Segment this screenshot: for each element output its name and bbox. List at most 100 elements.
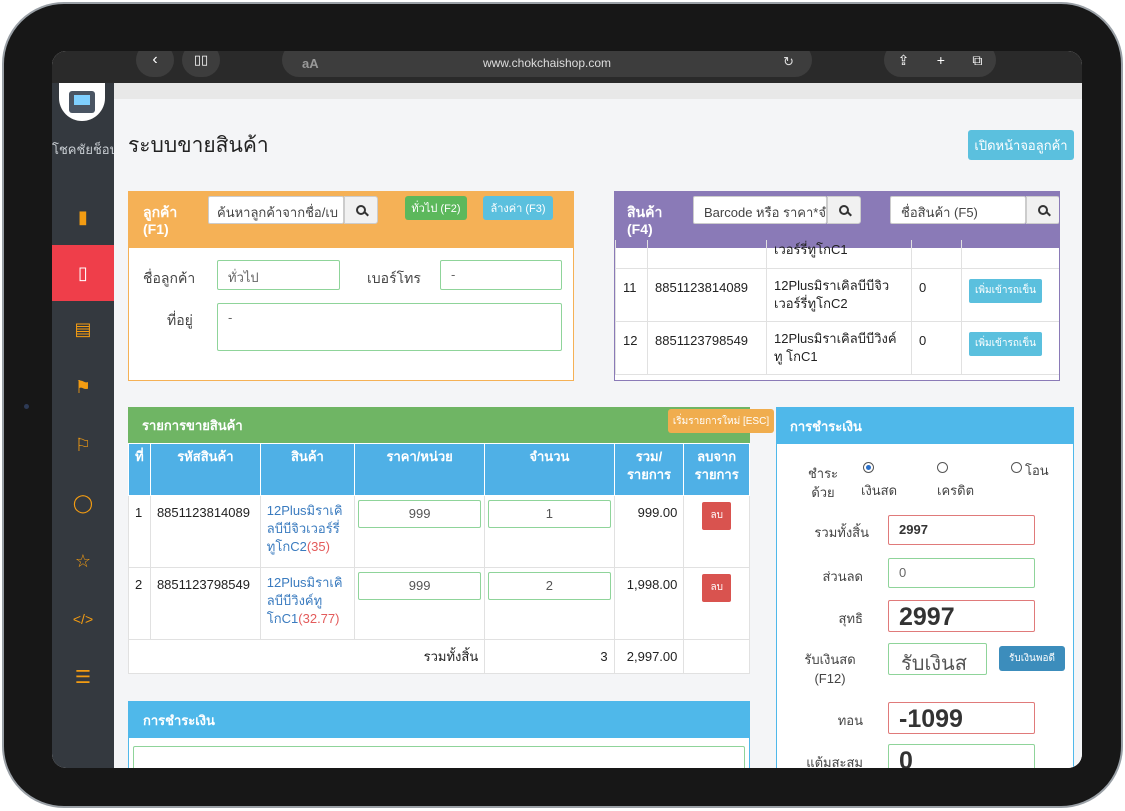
code-icon: </>	[72, 611, 94, 627]
barcode-input[interactable]: Barcode หรือ ราคา*จำ	[693, 196, 827, 224]
screen: ‹ ▯▯ aA www.chokchaishop.com ↻ ⇪ + ⧉ โชค…	[52, 51, 1082, 768]
add-to-cart-button[interactable]: เพิ่มเข้ารถเข็น	[969, 279, 1042, 303]
phone-label: เบอร์โทร	[367, 270, 421, 286]
total-field[interactable]: 2997	[888, 515, 1035, 545]
product-link[interactable]: 12Plusมิราเคิลบีบีจิวเวอร์รี่ทูโกC2	[267, 503, 343, 554]
address-field[interactable]: -	[217, 303, 562, 351]
tabs-icon[interactable]: ⧉	[972, 52, 982, 69]
search-icon	[1038, 205, 1048, 215]
search-icon	[356, 205, 366, 215]
net-label: สุทธิ	[838, 611, 863, 626]
search-icon	[839, 205, 849, 215]
table-row[interactable]: 12 8851123798549 12Plusมิราเคิลบีบีวิงค์…	[615, 321, 1059, 375]
customer-title: ลูกค้า (F1)	[143, 204, 178, 237]
sum-total: 2,997.00	[613, 639, 685, 674]
phone-field[interactable]: -	[440, 260, 562, 290]
qty-input[interactable]: 1	[488, 500, 611, 528]
sidebar-item-1[interactable]: ▮	[52, 189, 114, 245]
pos-terminal-icon	[69, 91, 95, 113]
logo[interactable]	[59, 83, 105, 121]
new-tab-icon[interactable]: +	[937, 52, 945, 68]
brand-name: โชคชัยช็อป	[52, 142, 114, 157]
delete-button[interactable]: ลบ	[702, 574, 731, 602]
general-customer-button[interactable]: ทั่วไป (F2)	[405, 196, 467, 220]
customer-name-field[interactable]: ทั่วไป	[217, 260, 340, 290]
sidebar: โชคชัยช็อป ▮ ▯ ▤ ⚑ ⚐ ◯ ☆ </> ☰	[52, 83, 114, 768]
cash-received-field[interactable]: รับเงินส	[888, 643, 987, 675]
stock-count: (32.77)	[298, 611, 340, 626]
col-header-code: รหัสสินค้า	[149, 443, 261, 496]
customer-panel: ลูกค้า (F1) ค้นหาลูกค้าจากชื่อ/เบ ทั่วไป …	[128, 191, 574, 381]
col-header-qty: จำนวน	[484, 443, 615, 496]
sidebar-item-7[interactable]: ☆	[52, 533, 114, 589]
main-content: ระบบขายสินค้า เปิดหน้าจอลูกค้า ลูกค้า (F1…	[114, 99, 1082, 768]
exact-amount-button[interactable]: รับเงินพอดี	[999, 646, 1065, 671]
delete-button[interactable]: ลบ	[702, 502, 731, 530]
page-top-strip	[114, 83, 1082, 99]
product-table: เวอร์รี่ทูโกC1 เพิ่มเข้ารถเข็น 11 885112…	[615, 240, 1059, 375]
discount-field[interactable]: 0	[888, 558, 1035, 588]
customer-search-input[interactable]: ค้นหาลูกค้าจากชื่อ/เบ	[208, 196, 344, 224]
radio-transfer[interactable]	[1011, 462, 1022, 473]
price-input[interactable]: 999	[358, 572, 482, 600]
total-label: รวมทั้งสิ้น	[814, 525, 869, 540]
clear-button[interactable]: ล้างค่า (F3)	[483, 196, 553, 220]
open-customer-screen-button[interactable]: เปิดหน้าจอลูกค้า	[968, 130, 1074, 160]
bookmark-filled-icon: ▮	[78, 206, 88, 227]
flag-icon: ⚐	[74, 434, 92, 455]
browser-actions: ⇪ + ⧉	[884, 51, 996, 77]
payment-note-field[interactable]	[133, 746, 745, 768]
sidebar-item-8[interactable]: </>	[52, 591, 114, 647]
cash-label: รับเงินสด (F12)	[804, 652, 856, 686]
net-field[interactable]: 2997	[888, 600, 1035, 632]
radio-cash[interactable]	[863, 462, 874, 473]
sum-label: รวมทั้งสิ้น	[127, 639, 486, 674]
stock-count: (35)	[306, 539, 330, 554]
tablet-frame: ‹ ▯▯ aA www.chokchaishop.com ↻ ⇪ + ⧉ โชค…	[2, 2, 1123, 808]
product-panel: สินค้า (F4) Barcode หรือ ราคา*จำ ชื่อสินค…	[614, 191, 1060, 381]
table-row: เวอร์รี่ทูโกC1 เพิ่มเข้ารถเข็น	[615, 240, 1059, 269]
sales-title: รายการขายสินค้า	[142, 418, 243, 433]
product-name-search-button[interactable]	[1026, 196, 1059, 224]
table-row: 1 8851123814089 12Plusมิราเคิลบีบีจิวเวอ…	[128, 495, 750, 568]
customer-search-button[interactable]	[344, 196, 378, 224]
sidebar-item-6[interactable]: ◯	[52, 475, 114, 531]
customer-header: ลูกค้า (F1) ค้นหาลูกค้าจากชื่อ/เบ ทั่วไป …	[129, 192, 573, 248]
points-field[interactable]: 0	[888, 744, 1035, 768]
customer-name-label: ชื่อลูกค้า	[143, 270, 196, 286]
sidebar-item-5[interactable]: ⚐	[52, 417, 114, 473]
add-to-cart-button[interactable]: เพิ่มเข้ารถเข็น	[969, 332, 1042, 356]
sidebar-item-2[interactable]: ▯	[52, 245, 114, 301]
sum-row: รวมทั้งสิ้น 3 2,997.00	[127, 639, 750, 674]
sliders-icon: ☰	[74, 666, 92, 687]
price-input[interactable]: 999	[358, 500, 482, 528]
qty-input[interactable]: 2	[488, 572, 611, 600]
address-bar[interactable]: aA www.chokchaishop.com ↻	[282, 51, 812, 77]
table-row[interactable]: 11 8851123814089 12Plusมิราเคิลบีบีจิว เ…	[615, 268, 1059, 322]
back-button[interactable]: ‹	[136, 51, 174, 77]
document-icon: ▤	[74, 318, 92, 339]
barcode-search-button[interactable]	[827, 196, 861, 224]
sidebar-item-3[interactable]: ▤	[52, 301, 114, 357]
payment-title: การชำระเงิน	[790, 419, 862, 434]
reload-icon[interactable]: ↻	[783, 54, 794, 70]
sales-panel: รายการขายสินค้า เริ่มรายการใหม่ [ESC] ที…	[127, 407, 774, 677]
chat-icon: ◯	[72, 492, 94, 513]
method-transfer-label: โอน	[1025, 463, 1049, 478]
new-list-button[interactable]: เริ่มรายการใหม่ [ESC]	[668, 409, 774, 433]
change-label: ทอน	[837, 713, 863, 728]
star-icon: ☆	[74, 550, 92, 571]
change-field[interactable]: -1099	[888, 702, 1035, 734]
points-label: แต้มสะสม	[806, 755, 863, 768]
sidebar-item-4[interactable]: ⚑	[52, 359, 114, 415]
url-text: www.chokchaishop.com	[482, 56, 612, 70]
col-header-no: ที่	[128, 443, 151, 496]
radio-credit[interactable]	[937, 462, 948, 473]
share-icon[interactable]: ⇪	[898, 52, 910, 69]
col-header-delete: ลบจาก รายการ	[683, 443, 750, 496]
sidebar-item-9[interactable]: ☰	[52, 649, 114, 705]
bookmarks-button[interactable]: ▯▯	[182, 51, 220, 77]
payment-header: การชำระเงิน	[777, 408, 1073, 444]
col-header-price: ราคา/หน่วย	[354, 443, 486, 496]
product-name-input[interactable]: ชื่อสินค้า (F5)	[890, 196, 1026, 224]
